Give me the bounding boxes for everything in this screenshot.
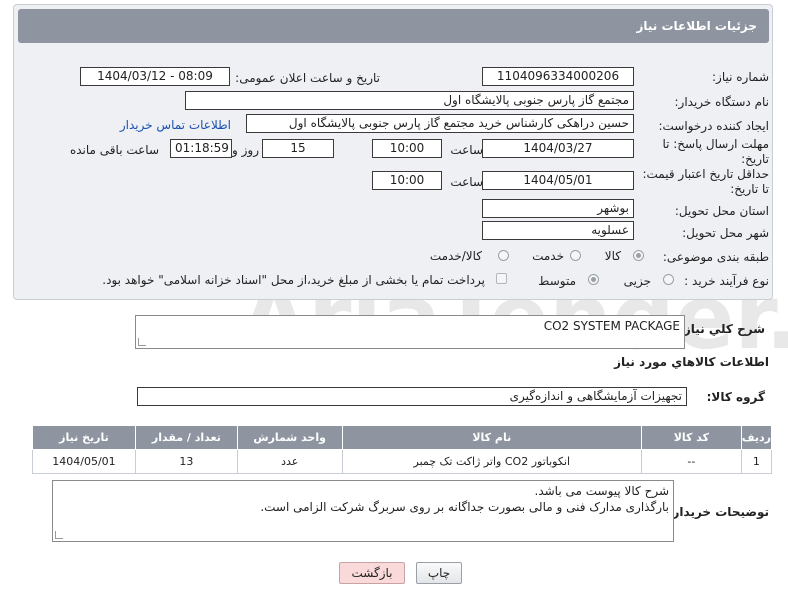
days-label: روز و [232, 143, 259, 157]
price-validity-date-label: تا تاریخ: [730, 182, 769, 196]
category-goods-service-radio[interactable] [498, 250, 509, 261]
buyer-org-label: نام دستگاه خریدار: [674, 95, 770, 109]
cell-need-date: 1404/05/01 [32, 449, 136, 474]
deadline-time-field[interactable]: 10:00 [372, 139, 442, 158]
validity-date-field[interactable]: 1404/05/01 [482, 171, 634, 190]
col-row: ردیف [740, 425, 773, 450]
goods-group-label: گروه کالا: [706, 390, 765, 404]
announce-label: تاریخ و ساعت اعلان عمومی: [235, 71, 380, 85]
category-goods-radio[interactable] [633, 250, 644, 261]
treasury-payment-note: پرداخت تمام یا بخشی از مبلغ خرید،از محل … [102, 273, 485, 287]
table-row[interactable]: 1 -- انکوباتور CO2 واتر ژاکت تک چمبر عدد… [32, 449, 773, 474]
col-unit: واحد شمارش [236, 425, 343, 450]
buyer-notes-line: شرح کالا پیوست می باشد. [534, 484, 669, 498]
cell-row: 1 [740, 449, 773, 474]
city-label: شهر محل تحویل: [682, 226, 769, 240]
announce-datetime-field[interactable]: 1404/03/12 - 08:09 [80, 67, 230, 86]
col-need-date: تاریخ نیاز [32, 425, 136, 450]
resize-handle-icon[interactable] [138, 338, 146, 346]
treasury-payment-checkbox[interactable] [496, 273, 507, 284]
remaining-time-label: ساعت باقی مانده [69, 143, 159, 157]
cell-quantity: 13 [134, 449, 238, 474]
validity-time-label: ساعت [450, 175, 483, 189]
col-code: کد کالا [640, 425, 742, 450]
category-service-label: خدمت [532, 249, 564, 263]
category-goods-service-label: کالا/خدمت [429, 249, 482, 263]
resize-handle-icon[interactable] [55, 531, 63, 539]
buyer-notes-field[interactable]: شرح کالا پیوست می باشد. بارگذاری مدارک ف… [52, 480, 674, 542]
process-medium-radio[interactable] [588, 274, 599, 285]
summary-value: CO2 SYSTEM PACKAGE [543, 319, 680, 333]
cell-unit: عدد [236, 449, 343, 474]
panel-header: جزئیات اطلاعات نیاز [18, 9, 769, 43]
deadline-date-label: تاریخ: [741, 152, 769, 166]
province-field[interactable]: بوشهر [482, 199, 634, 218]
days-field[interactable]: 15 [262, 139, 334, 158]
category-goods-label: کالا [604, 249, 621, 263]
col-name: نام کالا [341, 425, 642, 450]
print-button[interactable]: چاپ [416, 562, 462, 584]
process-minor-radio[interactable] [663, 274, 674, 285]
back-button[interactable]: بازگشت [339, 562, 405, 584]
cell-code: -- [640, 449, 742, 474]
deadline-label: مهلت ارسال پاسخ: تا [662, 137, 769, 151]
cell-name: انکوباتور CO2 واتر ژاکت تک چمبر [341, 449, 642, 474]
need-number-field[interactable]: 1104096334000206 [482, 67, 634, 86]
buyer-notes-line: بارگذاری مدارک فنی و مالی بصورت جداگانه … [260, 500, 669, 514]
deadline-date-field[interactable]: 1404/03/27 [482, 139, 634, 158]
price-validity-label: حداقل تاریخ اعتبار قیمت: [642, 167, 769, 181]
process-medium-label: متوسط [538, 274, 576, 288]
summary-field[interactable]: CO2 SYSTEM PACKAGE [135, 315, 685, 349]
summary-label: شرح کلي نياز: [679, 322, 765, 336]
deadline-time-label: ساعت [450, 143, 483, 157]
need-number-label: شماره نیاز: [712, 70, 769, 84]
buyer-org-field[interactable]: مجتمع گاز پارس جنوبی پالایشگاه اول [185, 91, 634, 110]
process-label: نوع فرآیند خرید : [684, 274, 769, 288]
buyer-notes-label: توضیحات خریدار: [667, 505, 769, 519]
province-label: استان محل تحویل: [674, 204, 769, 218]
goods-group-field[interactable]: تجهیزات آزمایشگاهی و اندازه‌گیری [137, 387, 687, 406]
remaining-time-field[interactable]: 01:18:59 [170, 139, 232, 158]
col-quantity: تعداد / مقدار [134, 425, 238, 450]
validity-time-field[interactable]: 10:00 [372, 171, 442, 190]
process-minor-label: جزیی [623, 274, 651, 288]
buyer-contact-link[interactable]: اطلاعات تماس خریدار [120, 118, 231, 132]
page-title: جزئیات اطلاعات نیاز [636, 19, 757, 33]
requester-field[interactable]: حسین دراهکی کارشناس خرید مجتمع گاز پارس … [246, 114, 634, 133]
category-label: طبقه بندی موضوعی: [662, 250, 769, 264]
goods-section-title: اطلاعات کالاهاي مورد نياز [614, 355, 769, 369]
goods-table: ردیف کد کالا نام کالا واحد شمارش تعداد /… [32, 425, 773, 474]
goods-table-header: ردیف کد کالا نام کالا واحد شمارش تعداد /… [32, 425, 773, 450]
city-field[interactable]: عسلویه [482, 221, 634, 240]
requester-label: ایجاد کننده درخواست: [658, 119, 769, 133]
category-service-radio[interactable] [570, 250, 581, 261]
